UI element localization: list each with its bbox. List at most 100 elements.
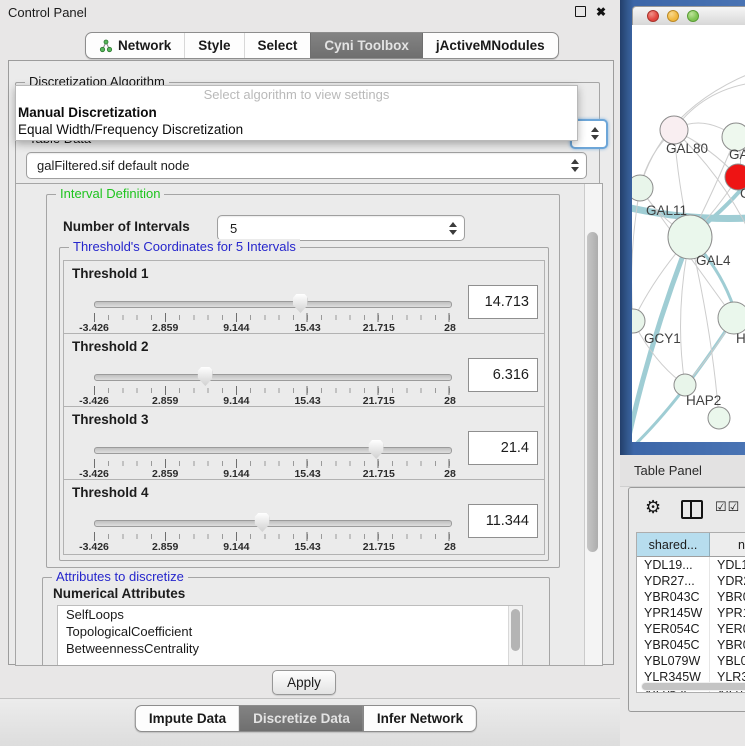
cell-shared-name[interactable]: YBL079W — [637, 653, 710, 669]
threshold-value-field[interactable]: 11.344 — [468, 504, 538, 538]
slider-thumb[interactable] — [198, 367, 213, 386]
cell-name[interactable]: YBR0 — [710, 637, 745, 653]
table-row[interactable]: YBR043CYBR0 — [637, 589, 745, 605]
group-title: Threshold's Coordinates for 5 Intervals — [69, 239, 300, 254]
cell-shared-name[interactable]: YBR045C — [637, 637, 710, 653]
tab-label: Discretize Data — [253, 711, 350, 726]
tick-label: 9.144 — [223, 541, 249, 553]
scrollbar-thumb[interactable] — [511, 609, 520, 651]
num-intervals-combo[interactable]: 5 — [217, 215, 465, 241]
cell-name[interactable]: YBR0 — [710, 589, 745, 605]
network-canvas[interactable]: GAL80GACGAL11GAL4GCY1HHAP2 — [632, 25, 745, 442]
table-row[interactable]: YBR045CYBR0 — [637, 637, 745, 653]
tick-label: 2.859 — [152, 541, 178, 553]
zoom-traffic-light-icon[interactable] — [687, 10, 699, 22]
threshold-slider[interactable] — [94, 520, 452, 527]
table-row[interactable]: YER054CYER0 — [637, 621, 745, 637]
table-row[interactable]: YDL19...YDL1 — [637, 557, 745, 573]
tab-jactivemnodules[interactable]: jActiveMNodules — [422, 33, 558, 58]
tab-label: Impute Data — [149, 711, 226, 726]
settings-scroll-area: Interval Definition Number of Intervals … — [15, 183, 603, 666]
gear-icon[interactable]: ⚙ — [645, 497, 661, 517]
node-table[interactable]: shared... na YDL19...YDL1YDR27...YDR2YBR… — [636, 532, 745, 693]
panel-title: Control Panel — [8, 5, 87, 20]
threshold-label: Threshold 3 — [72, 412, 149, 427]
close-traffic-light-icon[interactable] — [647, 10, 659, 22]
tab-label: Cyni Toolbox — [324, 38, 409, 53]
slider-thumb[interactable] — [369, 440, 384, 459]
select-columns-icon[interactable]: ☑☑ — [715, 499, 740, 515]
thresholds-group: Threshold's Coordinates for 5 Intervals … — [59, 247, 549, 561]
column-header-name[interactable]: na — [710, 533, 745, 556]
network-icon — [99, 39, 113, 53]
popup-hint: Select algorithm to view settings — [16, 86, 577, 104]
tab-label: jActiveMNodules — [436, 38, 545, 53]
table-panel-title: Table Panel — [634, 463, 702, 478]
threshold-value-field[interactable]: 14.713 — [468, 285, 538, 319]
cell-shared-name[interactable]: YDL19... — [637, 557, 710, 573]
network-node[interactable] — [708, 407, 730, 429]
split-columns-icon[interactable] — [681, 500, 703, 519]
tab-label: Infer Network — [377, 711, 463, 726]
cell-name[interactable]: YER0 — [710, 621, 745, 637]
scrollbar-thumb[interactable] — [642, 683, 745, 690]
table-row[interactable]: YPR145WYPR1 — [637, 605, 745, 621]
threshold-value-field[interactable]: 6.316 — [468, 358, 538, 392]
cell-name[interactable]: YDL1 — [710, 557, 745, 573]
table-horizontal-scrollbar[interactable] — [641, 682, 745, 691]
table-row[interactable]: YBL079WYBL0 — [637, 653, 745, 669]
bottom-tabbar: Impute Data Discretize Data Infer Networ… — [135, 705, 477, 732]
algorithm-option[interactable]: Manual Discretization — [16, 104, 577, 121]
list-scrollbar[interactable] — [508, 606, 522, 666]
minimize-traffic-light-icon[interactable] — [667, 10, 679, 22]
cell-shared-name[interactable]: YDR27... — [637, 573, 710, 589]
cell-shared-name[interactable]: YPR145W — [637, 605, 710, 621]
close-icon[interactable]: ✖ — [596, 7, 606, 17]
interval-definition-group: Interval Definition Number of Intervals … — [46, 194, 560, 568]
spinner-up-icon — [449, 222, 457, 227]
apply-button[interactable]: Apply — [272, 670, 336, 695]
settings-vertical-scrollbar[interactable] — [584, 184, 602, 665]
cell-name[interactable]: YDR2 — [710, 573, 745, 589]
network-node[interactable] — [718, 302, 745, 334]
threshold-value-field[interactable]: 21.4 — [468, 431, 538, 465]
slider-tick-labels: -3.4262.8599.14415.4321.71528 — [94, 467, 450, 479]
tab-cyni-toolbox[interactable]: Cyni Toolbox — [310, 33, 422, 58]
network-node[interactable] — [660, 116, 688, 144]
table-rows: YDL19...YDL1YDR27...YDR2YBR043CYBR0YPR14… — [637, 557, 745, 693]
cell-shared-name[interactable]: YER054C — [637, 621, 710, 637]
tab-label: Select — [258, 38, 298, 53]
cell-name[interactable]: YPR1 — [710, 605, 745, 621]
attribute-list-item[interactable]: SelfLoops — [58, 606, 522, 623]
tab-impute-data[interactable]: Impute Data — [136, 706, 239, 731]
slider-thumb[interactable] — [255, 513, 270, 532]
table-row[interactable]: YDR27...YDR2 — [637, 573, 745, 589]
network-node[interactable] — [632, 309, 645, 333]
slider-thumb[interactable] — [293, 294, 308, 313]
tab-infer-network[interactable]: Infer Network — [363, 706, 476, 731]
attribute-list-item[interactable]: TopologicalCoefficient — [58, 623, 522, 640]
node-label: GAL80 — [666, 141, 708, 156]
spinner-down-icon — [591, 135, 599, 140]
threshold-slider[interactable] — [94, 301, 452, 308]
scrollbar-thumb[interactable] — [587, 232, 598, 552]
threshold-slider[interactable] — [94, 374, 452, 381]
tab-select[interactable]: Select — [244, 33, 311, 58]
threshold-row-3: Threshold 3 -3.4262.8599.14415.4321.7152… — [63, 406, 545, 482]
network-node[interactable] — [632, 175, 653, 201]
column-header-shared-name[interactable]: shared... — [637, 533, 710, 556]
float-window-icon[interactable] — [575, 6, 586, 17]
table-toolbar: ⚙ ☑☑ — [629, 492, 745, 528]
threshold-row-1: Threshold 1 -3.4262.8599.14415.4321.7152… — [63, 260, 545, 336]
attribute-list-item[interactable]: BetweennessCentrality — [58, 640, 522, 657]
algorithm-option[interactable]: Equal Width/Frequency Discretization — [16, 121, 577, 138]
tab-discretize-data[interactable]: Discretize Data — [239, 706, 363, 731]
tab-style[interactable]: Style — [184, 33, 243, 58]
tab-network[interactable]: Network — [86, 33, 184, 58]
table-data-combo[interactable]: galFiltered.sif default node — [26, 152, 587, 179]
tick-label: 15.43 — [294, 541, 320, 553]
threshold-slider[interactable] — [94, 447, 452, 454]
cell-shared-name[interactable]: YBR043C — [637, 589, 710, 605]
cell-name[interactable]: YBL0 — [710, 653, 745, 669]
numerical-attributes-list[interactable]: SelfLoopsTopologicalCoefficientBetweenne… — [57, 605, 523, 666]
